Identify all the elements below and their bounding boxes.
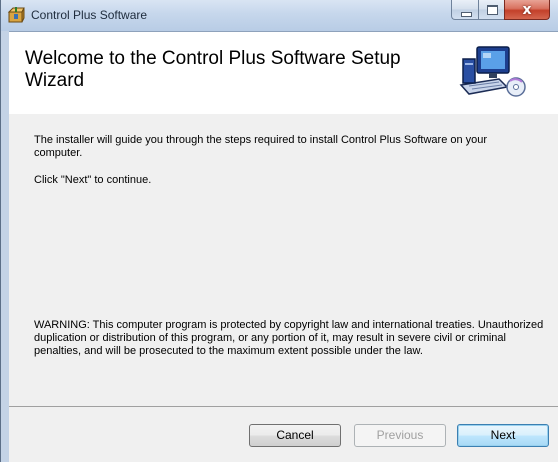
button-bar: Cancel Previous Next	[9, 407, 558, 462]
cancel-button[interactable]: Cancel	[249, 424, 341, 447]
setup-wizard-window: Control Plus Software x Welcome to the C…	[0, 0, 558, 462]
page-title: Welcome to the Control Plus Software Set…	[25, 48, 401, 91]
maximize-icon	[487, 5, 498, 15]
maximize-button[interactable]	[478, 0, 504, 20]
minimize-button[interactable]	[451, 0, 478, 20]
intro-text: The installer will guide you through the…	[34, 134, 488, 159]
continue-hint: Click "Next" to continue.	[34, 174, 152, 186]
previous-button[interactable]: Previous	[354, 424, 446, 447]
copyright-warning: WARNING: This computer program is protec…	[34, 319, 544, 357]
header-banner: Welcome to the Control Plus Software Set…	[9, 31, 558, 115]
computer-setup-icon	[459, 46, 526, 97]
close-icon: x	[522, 2, 532, 18]
wizard-content: The installer will guide you through the…	[9, 114, 558, 407]
installer-box-icon	[7, 7, 25, 23]
title-bar[interactable]: Control Plus Software x	[1, 0, 558, 31]
window-title: Control Plus Software	[31, 8, 148, 22]
close-button[interactable]: x	[504, 0, 550, 20]
caption-buttons: x	[451, 0, 550, 21]
next-button[interactable]: Next	[457, 424, 549, 447]
minimize-icon	[461, 12, 472, 17]
